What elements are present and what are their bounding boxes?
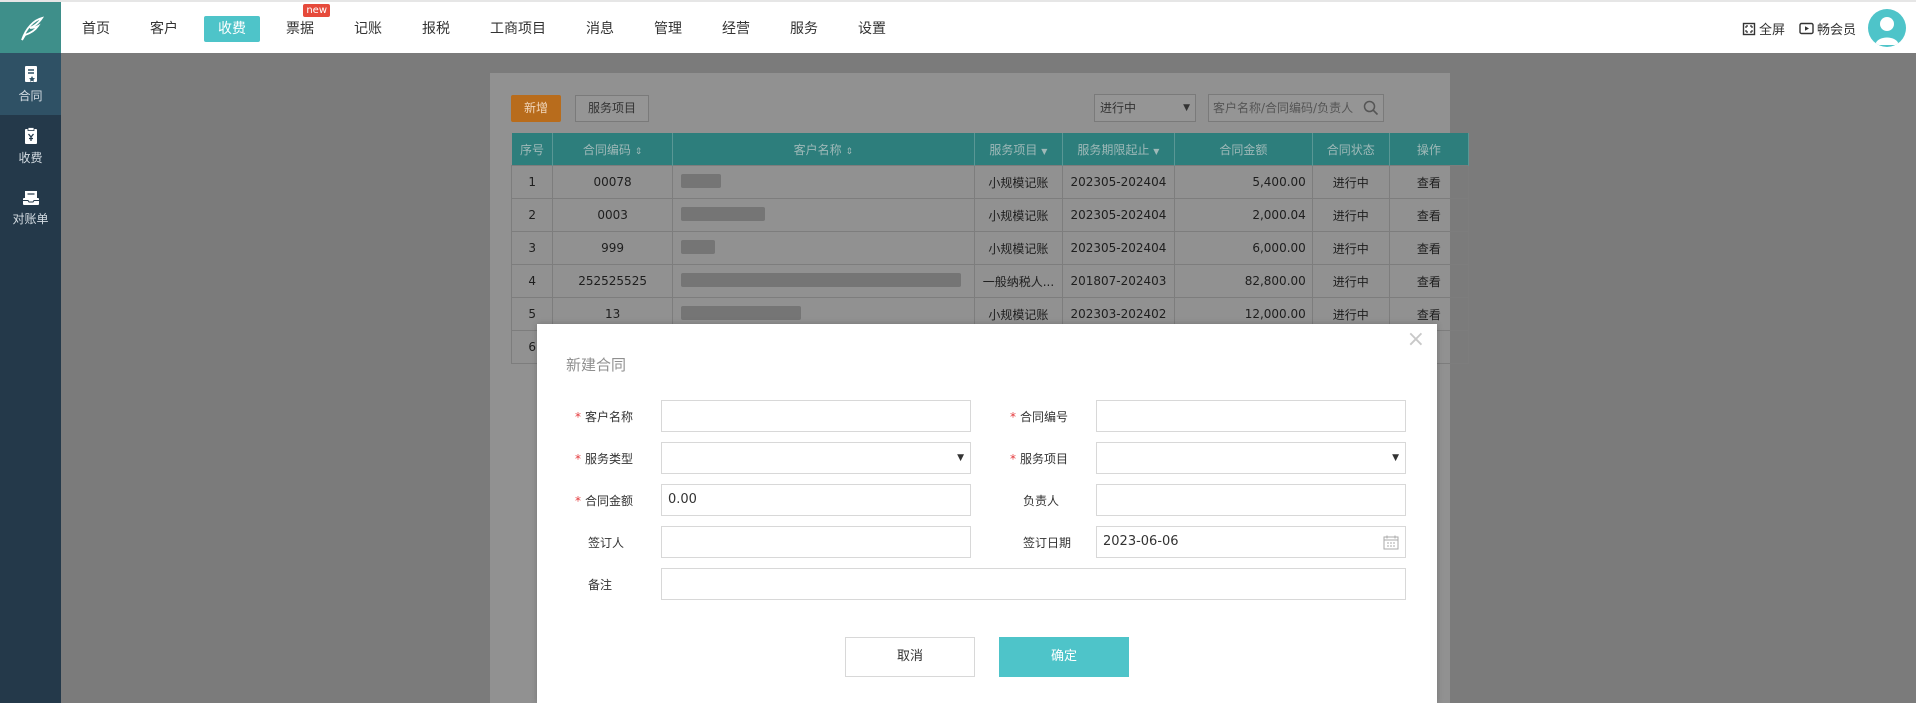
customer-name-redacted: [671, 165, 975, 199]
fullscreen-icon: [1742, 22, 1756, 35]
service-type-select[interactable]: ▼: [661, 442, 971, 474]
customer-name-redacted: [671, 198, 975, 232]
service-item-select[interactable]: ▼: [1096, 442, 1406, 474]
view-link[interactable]: 查看: [1388, 198, 1470, 232]
col-header-status: 合同状态: [1312, 133, 1390, 166]
owner-label: 负责人: [1023, 494, 1060, 508]
customer-name-redacted: [671, 264, 975, 298]
add-contract-button[interactable]: 新增: [511, 95, 561, 122]
filter-caret-icon[interactable]: ▼: [1041, 147, 1047, 156]
fullscreen-button[interactable]: 全屏: [1742, 19, 1785, 38]
col-header-code[interactable]: 合同编码 ⇕: [552, 133, 673, 166]
sign-date-input[interactable]: 2023-06-06: [1096, 526, 1406, 558]
view-link[interactable]: 查看: [1388, 264, 1470, 298]
sidebar: 合同 收费 对账单: [0, 53, 61, 703]
cancel-button[interactable]: 取消: [845, 637, 975, 677]
service-type-label: * 服务类型: [575, 452, 634, 466]
sidebar-item-billing[interactable]: 收费: [0, 115, 61, 177]
search-input[interactable]: 客户名称/合同编码/负责人: [1208, 94, 1384, 122]
user-avatar[interactable]: [1868, 9, 1906, 47]
contract-no-label: * 合同编号: [1010, 410, 1069, 424]
signer-input[interactable]: [661, 526, 971, 558]
confirm-button[interactable]: 确定: [999, 637, 1129, 677]
close-icon[interactable]: ×: [1407, 327, 1425, 352]
nav-messages[interactable]: 消息: [572, 16, 628, 42]
status-filter-select[interactable]: 进行中 ▼: [1094, 94, 1196, 122]
nav-receipts[interactable]: 票据 new: [272, 3, 330, 42]
nav-management[interactable]: 管理: [640, 16, 696, 42]
owner-input[interactable]: [1096, 484, 1406, 516]
search-icon[interactable]: [1363, 100, 1379, 116]
nav-bookkeeping[interactable]: 记账: [340, 16, 396, 42]
amount-input[interactable]: 0.00: [661, 484, 971, 516]
col-header-action: 操作: [1389, 133, 1470, 166]
new-contract-modal: 新建合同 × * 客户名称 * 合同编号 * 服务类型 ▼ * 服务项目 ▼ * 合同金额…: [537, 324, 1437, 703]
sidebar-item-contract[interactable]: 合同: [0, 53, 61, 115]
view-link[interactable]: 查看: [1388, 165, 1470, 199]
table-row[interactable]: 4 252525525 一般纳税人... 201807-202403 82,80…: [510, 264, 1470, 298]
contract-icon: [24, 65, 37, 82]
amount-label: * 合同金额: [575, 494, 634, 508]
nav-home[interactable]: 首页: [68, 16, 124, 42]
vip-button[interactable]: 畅会员: [1799, 19, 1856, 38]
contract-no-input[interactable]: [1096, 400, 1406, 432]
table-row[interactable]: 1 00078 小规模记账 202305-202404 5,400.00 进行中…: [510, 165, 1470, 199]
top-bar: 首页 客户 收费 票据 new 记账 报税 工商项目 消息 管理 经营 服务 设置…: [0, 0, 1916, 55]
table-header-row: 序号 合同编码 ⇕ 客户名称 ⇕ 服务项目 ▼ 服务期限起止 ▼ 合同金额 合同…: [511, 133, 1470, 166]
filter-caret-icon[interactable]: ▼: [1153, 147, 1159, 156]
video-play-icon: [1799, 22, 1814, 35]
col-header-customer[interactable]: 客户名称 ⇕: [672, 133, 975, 166]
chevron-down-icon: ▼: [1183, 103, 1190, 113]
sort-icon[interactable]: ⇕: [846, 147, 854, 157]
chevron-down-icon: ▼: [1392, 453, 1399, 463]
nav-customers[interactable]: 客户: [136, 16, 192, 42]
sort-icon[interactable]: ⇕: [635, 147, 643, 157]
remark-label: 备注: [588, 578, 613, 592]
main-nav: 首页 客户 收费 票据 new 记账 报税 工商项目 消息 管理 经营 服务 设置: [68, 2, 912, 55]
remark-input[interactable]: [661, 568, 1406, 600]
col-header-service[interactable]: 服务项目 ▼: [974, 133, 1063, 166]
app-logo[interactable]: [0, 2, 61, 55]
sign-date-label: 签订日期: [1023, 536, 1072, 550]
customer-name-input[interactable]: [661, 400, 971, 432]
sidebar-item-statement[interactable]: 对账单: [0, 177, 61, 239]
table-row[interactable]: 2 0003 小规模记账 202305-202404 2,000.04 进行中 …: [510, 198, 1470, 232]
nav-operations[interactable]: 经营: [708, 16, 764, 42]
customer-name-redacted: [671, 231, 975, 265]
signer-label: 签订人: [588, 536, 625, 550]
feather-logo-icon: [20, 16, 44, 40]
col-header-no: 序号: [511, 133, 554, 166]
table-row[interactable]: 3 999 小规模记账 202305-202404 6,000.00 进行中 查…: [510, 231, 1470, 265]
new-badge: new: [303, 3, 330, 17]
top-right-tools: 全屏 畅会员: [1742, 2, 1856, 55]
customer-name-label: * 客户名称: [575, 410, 634, 424]
user-avatar-icon: [1875, 17, 1899, 45]
col-header-period[interactable]: 服务期限起止 ▼: [1062, 133, 1175, 166]
chevron-down-icon: ▼: [957, 453, 964, 463]
service-items-button[interactable]: 服务项目: [575, 95, 649, 122]
nav-business-projects[interactable]: 工商项目: [476, 16, 560, 42]
nav-services[interactable]: 服务: [776, 16, 832, 42]
service-item-label: * 服务项目: [1010, 452, 1069, 466]
calendar-icon[interactable]: [1383, 535, 1399, 550]
view-link[interactable]: 查看: [1388, 231, 1470, 265]
statement-icon: [22, 190, 39, 205]
billing-icon: [24, 126, 37, 144]
col-header-amount: 合同金额: [1174, 133, 1313, 166]
nav-tax[interactable]: 报税: [408, 16, 464, 42]
nav-billing[interactable]: 收费: [204, 15, 260, 42]
nav-settings[interactable]: 设置: [844, 16, 900, 42]
modal-title: 新建合同: [566, 356, 627, 374]
